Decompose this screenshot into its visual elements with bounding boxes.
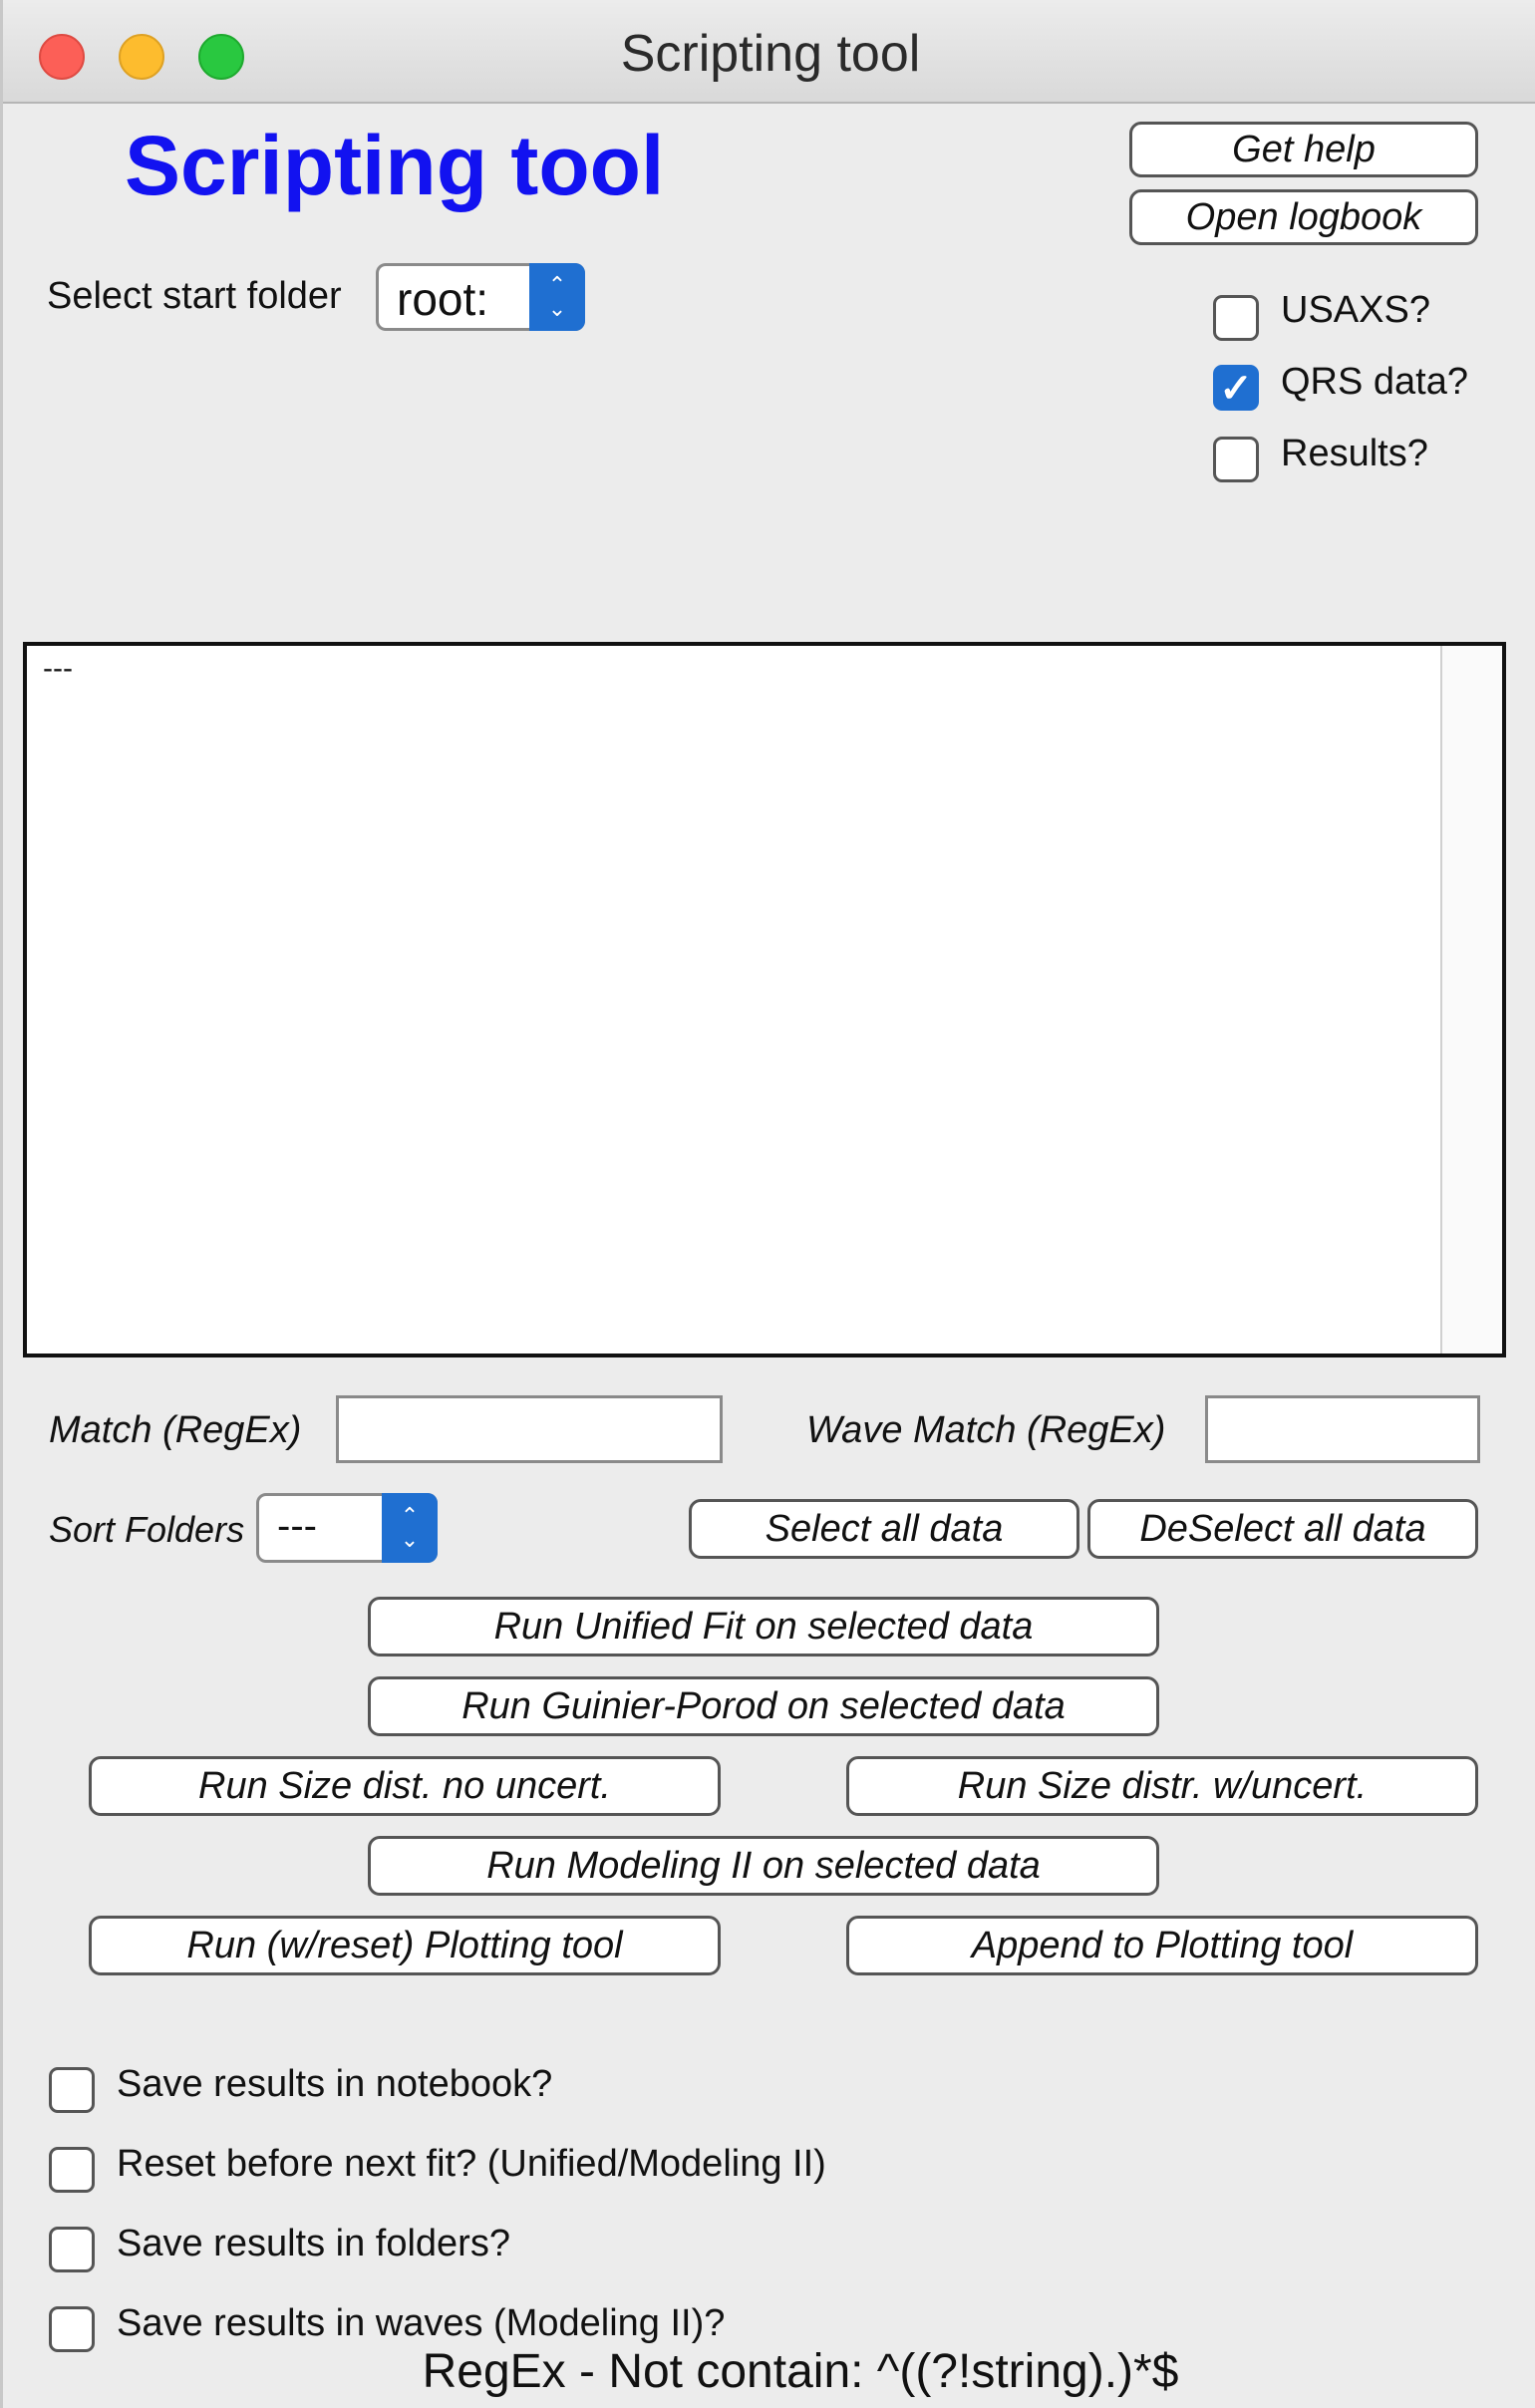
reset-before-next-fit-checkbox[interactable] [49,2147,95,2193]
window-title: Scripting tool [620,25,921,83]
append-to-plotting-tool-button[interactable]: Append to Plotting tool [846,1916,1478,1975]
deselect-all-data-button[interactable]: DeSelect all data [1087,1499,1478,1559]
run-size-distr-w-uncert-button[interactable]: Run Size distr. w/uncert. [846,1756,1478,1816]
checkmark-icon: ✓ [1219,367,1253,411]
sort-folders-select[interactable]: --- ⌃ ⌄ [256,1493,438,1563]
results-checkbox[interactable] [1213,437,1259,482]
start-folder-select[interactable]: root: ⌃ ⌄ [376,263,585,331]
sort-folders-label: Sort Folders [49,1509,245,1550]
list-item[interactable]: --- [43,652,73,686]
sort-folders-value: --- [277,1504,317,1548]
run-size-dist-no-uncert-button[interactable]: Run Size dist. no uncert. [89,1756,721,1816]
run-modeling-ii-button[interactable]: Run Modeling II on selected data [368,1836,1159,1896]
get-help-button[interactable]: Get help [1129,122,1478,177]
open-logbook-button[interactable]: Open logbook [1129,189,1478,245]
run-guinier-porod-button[interactable]: Run Guinier-Porod on selected data [368,1676,1159,1736]
save-in-folders-label: Save results in folders? [117,2223,510,2264]
match-regex-input[interactable] [336,1395,723,1463]
qrs-data-label: QRS data? [1281,361,1468,403]
match-regex-label: Match (RegEx) [49,1409,302,1451]
list-scrollbar[interactable] [1440,646,1502,1354]
save-in-folders-checkbox[interactable] [49,2227,95,2272]
save-in-waves-label: Save results in waves (Modeling II)? [117,2302,726,2344]
chevron-updown-icon: ⌃ ⌄ [529,263,585,331]
page-title: Scripting tool [125,119,665,212]
save-in-notebook-label: Save results in notebook? [117,2063,553,2105]
regex-hint: RegEx - Not contain: ^((?!string).)*$ [422,2345,1179,2398]
usaxs-label: USAXS? [1281,289,1430,331]
usaxs-checkbox[interactable] [1213,295,1259,341]
wave-match-regex-input[interactable] [1205,1395,1480,1463]
wave-match-regex-label: Wave Match (RegEx) [806,1409,1166,1451]
start-folder-label: Select start folder [47,275,342,317]
results-label: Results? [1281,433,1428,474]
run-unified-fit-button[interactable]: Run Unified Fit on selected data [368,1597,1159,1656]
data-folder-list[interactable]: --- [23,642,1506,1357]
run-plotting-tool-reset-button[interactable]: Run (w/reset) Plotting tool [89,1916,721,1975]
title-bar: Scripting tool [3,0,1535,104]
reset-before-next-fit-label: Reset before next fit? (Unified/Modeling… [117,2143,826,2185]
chevron-updown-icon: ⌃ ⌄ [382,1493,438,1563]
select-all-data-button[interactable]: Select all data [689,1499,1079,1559]
qrs-data-checkbox[interactable]: ✓ [1213,365,1259,411]
save-in-notebook-checkbox[interactable] [49,2067,95,2113]
start-folder-value: root: [397,273,489,325]
scripting-tool-window: Scripting tool Scripting tool Get help O… [0,0,1535,2408]
